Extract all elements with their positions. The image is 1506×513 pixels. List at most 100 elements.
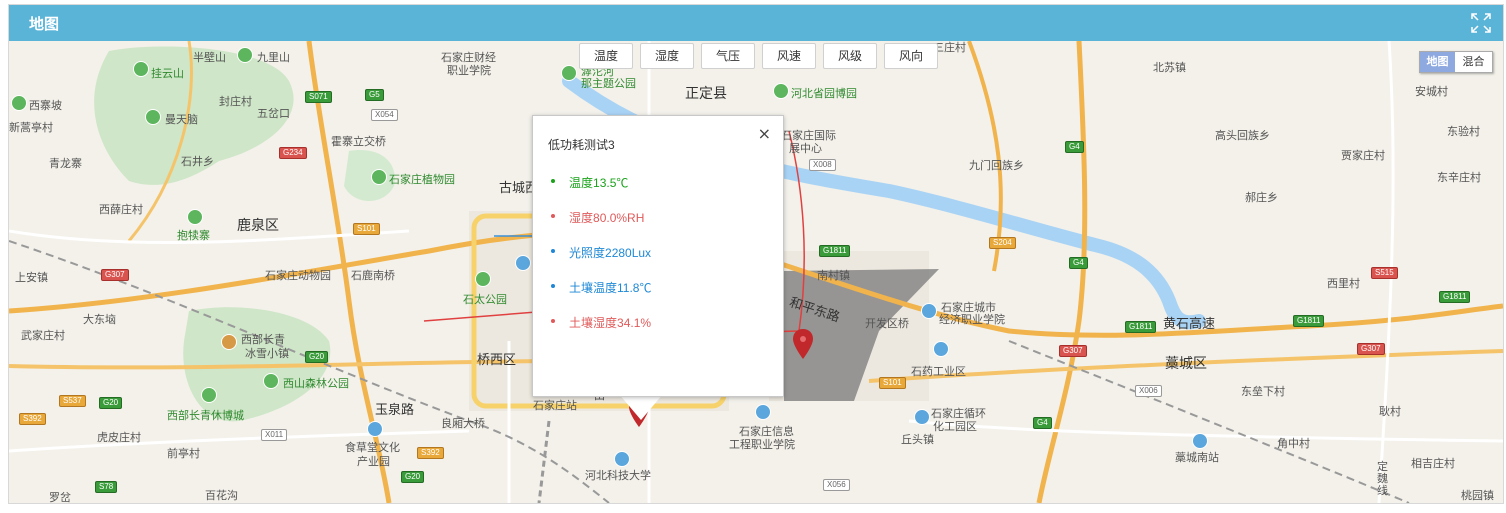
map-label: 百花沟: [205, 490, 238, 502]
road-shield: G1811: [1439, 291, 1471, 303]
road-shield: S071: [305, 91, 332, 103]
road-shield: G4: [1033, 417, 1052, 429]
road-shield: G1811: [1125, 321, 1157, 333]
road-shield: G20: [401, 471, 425, 483]
road-shield: X008: [809, 159, 836, 171]
road-shield: G234: [279, 147, 307, 159]
panel-title: 地图: [29, 16, 60, 33]
place-icon: [914, 409, 930, 425]
filter-wind-speed-button[interactable]: 风速: [762, 43, 816, 69]
map-label: 五岔口: [257, 108, 290, 120]
fullscreen-icon[interactable]: [1471, 13, 1491, 33]
map-label: 经济职业学院: [939, 314, 1005, 326]
map-label: 高头回族乡: [1215, 130, 1270, 142]
road-shield: G4: [1069, 257, 1088, 269]
map-label: 九门回族乡: [969, 160, 1024, 172]
map-label: 鹿泉区: [237, 217, 279, 233]
filter-wind-level-button[interactable]: 风级: [823, 43, 877, 69]
reading-value: 13.5℃: [593, 176, 629, 190]
park-icon: [201, 387, 217, 403]
bullet-icon: [551, 179, 555, 183]
reading-label: 湿度: [569, 211, 594, 225]
filter-pressure-button[interactable]: 气压: [701, 43, 755, 69]
map-label: 九里山: [257, 52, 290, 64]
map-label: 展中心: [789, 143, 822, 155]
reading-humidity: 湿度80.0%RH: [551, 209, 645, 226]
road-shield: X011: [261, 429, 288, 441]
map-label: 霍寨立交桥: [331, 136, 386, 148]
filter-temperature-button[interactable]: 温度: [579, 43, 633, 69]
mountain-icon: [237, 47, 253, 63]
close-icon[interactable]: ×: [758, 124, 771, 143]
bullet-icon: [551, 284, 555, 288]
place-icon: [515, 255, 531, 271]
map-label: 封庄村: [219, 96, 252, 108]
map-label: 郝庄乡: [1245, 192, 1278, 204]
popup-tail: [619, 394, 663, 420]
reading-label: 土壤温度: [569, 281, 618, 295]
school-icon: [921, 303, 937, 319]
road-shield: G5: [365, 89, 384, 101]
map-type-map-button[interactable]: 地图: [1420, 52, 1455, 72]
map-label: 良厢大桥: [441, 418, 485, 430]
map-canvas[interactable]: 半壁山 九里山 挂云山 西寨坡 新蒿亭村 封庄村 五岔口 曼天脑 霍寨立交桥 青…: [9, 41, 1503, 503]
park-icon: [561, 65, 577, 81]
device-marker-icon[interactable]: [793, 329, 813, 359]
road-shield: S78: [95, 481, 118, 493]
mountain-icon: [11, 95, 27, 111]
road-shield: G1811: [1293, 315, 1325, 327]
panel-header: 地图: [9, 5, 1503, 41]
map-label: 角中村: [1277, 438, 1310, 450]
map-label: 安城村: [1415, 86, 1448, 98]
map-label: 曼天脑: [165, 114, 198, 126]
road-shield: G307: [1357, 343, 1385, 355]
map-label: 石药工业区: [911, 366, 966, 378]
place-icon: [367, 421, 383, 437]
road-shield: G4: [1065, 141, 1084, 153]
reading-soil-humidity: 土壤湿度34.1%: [551, 314, 651, 331]
park-icon: [371, 169, 387, 185]
map-label: 罗岔: [49, 492, 71, 503]
road-shield: S392: [19, 413, 46, 425]
map-label: 西里村: [1327, 278, 1360, 290]
map-label: 虎皮庄村: [97, 432, 141, 444]
map-label: 耿村: [1379, 406, 1401, 418]
map-label: 挂云山: [151, 68, 184, 80]
map-label: 工程职业学院: [729, 439, 795, 451]
map-label: 河北科技大学: [585, 470, 651, 482]
map-label: 上安镇: [15, 272, 48, 284]
park-icon: [263, 373, 279, 389]
map-label: 新蒿亭村: [9, 122, 53, 134]
place-icon: [933, 341, 949, 357]
map-label: 西山森林公园: [283, 378, 349, 390]
road-shield: G307: [1059, 345, 1087, 357]
map-label: 前亭村: [167, 448, 200, 460]
reading-label: 温度: [569, 176, 594, 190]
school-icon: [755, 404, 771, 420]
bullet-icon: [551, 249, 555, 253]
map-type-hybrid-button[interactable]: 混合: [1456, 52, 1491, 72]
reading-value: 80.0%RH: [593, 211, 645, 225]
reading-label: 光照度: [569, 246, 606, 260]
map-label: 玉泉路: [375, 402, 415, 417]
map-label: 青龙寨: [49, 158, 82, 170]
road-shield: G307: [101, 269, 129, 281]
station-icon: [1192, 433, 1208, 449]
map-label: 西部长青休博城: [167, 410, 244, 422]
reading-value: 11.8℃: [617, 281, 652, 295]
road-shield: S392: [417, 447, 444, 459]
road-shield: G20: [305, 351, 329, 363]
map-label: 藁城南站: [1175, 452, 1219, 464]
map-label: 贾家庄村: [1341, 150, 1385, 162]
road-shield: G20: [99, 397, 123, 409]
resort-icon: [221, 334, 237, 350]
road-shield: X054: [371, 109, 398, 121]
map-label: 开发区桥: [865, 318, 909, 330]
filter-humidity-button[interactable]: 湿度: [640, 43, 694, 69]
road-shield: S101: [879, 377, 906, 389]
map-label: 东验村: [1447, 126, 1480, 138]
filter-wind-direction-button[interactable]: 风向: [884, 43, 938, 69]
map-label: 石家庄站: [533, 400, 577, 412]
road-shield: X056: [823, 479, 850, 491]
reading-label: 土壤湿度: [569, 316, 618, 330]
